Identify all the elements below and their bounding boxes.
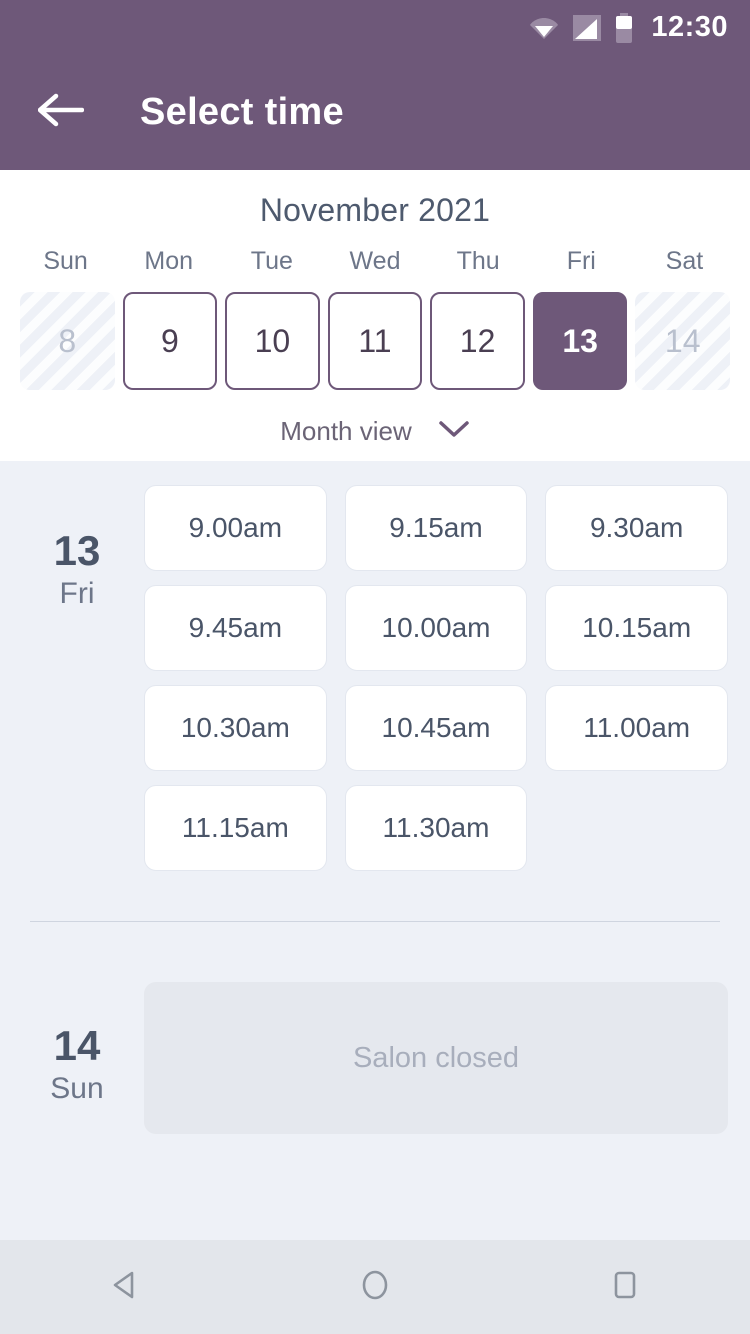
nav-back-button[interactable]	[70, 1240, 180, 1334]
time-slot-button[interactable]: 9.15am	[344, 485, 528, 571]
app-root: 12:30 Select time November 2021 Sun Mon …	[0, 0, 750, 1334]
schedule-day-name: Fri	[59, 577, 95, 611]
wifi-icon	[529, 15, 559, 41]
calendar-date-cell[interactable]: 11	[327, 292, 423, 390]
calendar-date-cell[interactable]: 9	[122, 292, 218, 390]
schedule-day-block: 13 Fri 9.00am 9.15am 9.30am 9.45am 10.00am 10…	[0, 485, 750, 871]
time-slot-button[interactable]: 10.00am	[344, 585, 528, 671]
calendar-panel: November 2021 Sun Mon Tue Wed Thu Fri Sa…	[0, 170, 750, 461]
weekday-label: Fri	[566, 247, 596, 275]
battery-icon	[615, 12, 633, 43]
calendar-month-title: November 2021	[259, 192, 491, 228]
schedule-day-name: Sun	[50, 1072, 104, 1106]
chevron-down-icon	[438, 419, 470, 444]
schedule-day-number: 14	[53, 1022, 101, 1069]
weekday-label: Mon	[144, 247, 194, 275]
calendar-date-cell[interactable]: 13	[532, 292, 628, 390]
weekday-label: Wed	[349, 247, 401, 275]
calendar-date-cell[interactable]: 12	[430, 292, 525, 390]
weekday-label: Sun	[43, 247, 88, 275]
arrow-left-icon	[37, 93, 85, 132]
time-slot-button[interactable]: 10.15am	[545, 585, 728, 671]
time-slot-button[interactable]: 11.00am	[545, 685, 728, 771]
weekday-label: Thu	[456, 247, 500, 275]
schedule-day-number: 13	[53, 527, 101, 574]
time-slot-button[interactable]: 9.00am	[144, 485, 327, 571]
page-title: Select time	[140, 91, 344, 133]
salon-closed-banner: Salon closed	[144, 982, 728, 1134]
time-slot-button[interactable]: 10.45am	[344, 685, 528, 771]
app-bar: Select time	[0, 55, 750, 170]
calendar-date-row: 8 9 10 11 12 13 14	[0, 292, 750, 390]
signal-icon	[573, 14, 602, 41]
schedule-closed-block: 14 Sun Salon closed	[0, 922, 750, 1134]
month-view-toggle[interactable]: Month view	[0, 390, 750, 447]
calendar-date-cell[interactable]: 10	[225, 292, 320, 390]
schedule-day-label: 13 Fri	[22, 485, 132, 871]
calendar-date-cell: 14	[635, 292, 730, 390]
schedule-panel: 13 Fri 9.00am 9.15am 9.30am 9.45am 10.00am 10…	[0, 461, 750, 1134]
back-triangle-icon	[108, 1268, 142, 1307]
time-slot-button[interactable]: 9.30am	[545, 485, 728, 571]
android-nav-bar	[0, 1240, 750, 1334]
month-view-label: Month view	[280, 416, 412, 446]
nav-recents-button[interactable]	[570, 1240, 680, 1334]
time-slot-button[interactable]: 10.30am	[144, 685, 327, 771]
back-button[interactable]	[30, 82, 92, 144]
calendar-date-cell: 8	[20, 292, 115, 390]
time-slot-button[interactable]: 11.15am	[144, 785, 327, 871]
schedule-day-label: 14 Sun	[22, 982, 132, 1134]
status-bar-clock: 12:30	[651, 11, 728, 43]
time-slot-grid: 9.00am 9.15am 9.30am 9.45am 10.00am 10.15am 10…	[132, 485, 728, 871]
time-slot-button[interactable]: 9.45am	[144, 585, 327, 671]
recents-square-icon	[608, 1268, 642, 1307]
time-slot-button[interactable]: 11.30am	[344, 785, 528, 871]
weekday-label: Sat	[665, 247, 704, 275]
nav-home-button[interactable]	[320, 1240, 430, 1334]
status-bar: 12:30	[0, 0, 750, 55]
weekday-header-row: Sun Mon Tue Wed Thu Fri Sat	[0, 247, 750, 292]
weekday-label: Tue	[250, 247, 293, 275]
home-circle-icon	[358, 1268, 392, 1307]
